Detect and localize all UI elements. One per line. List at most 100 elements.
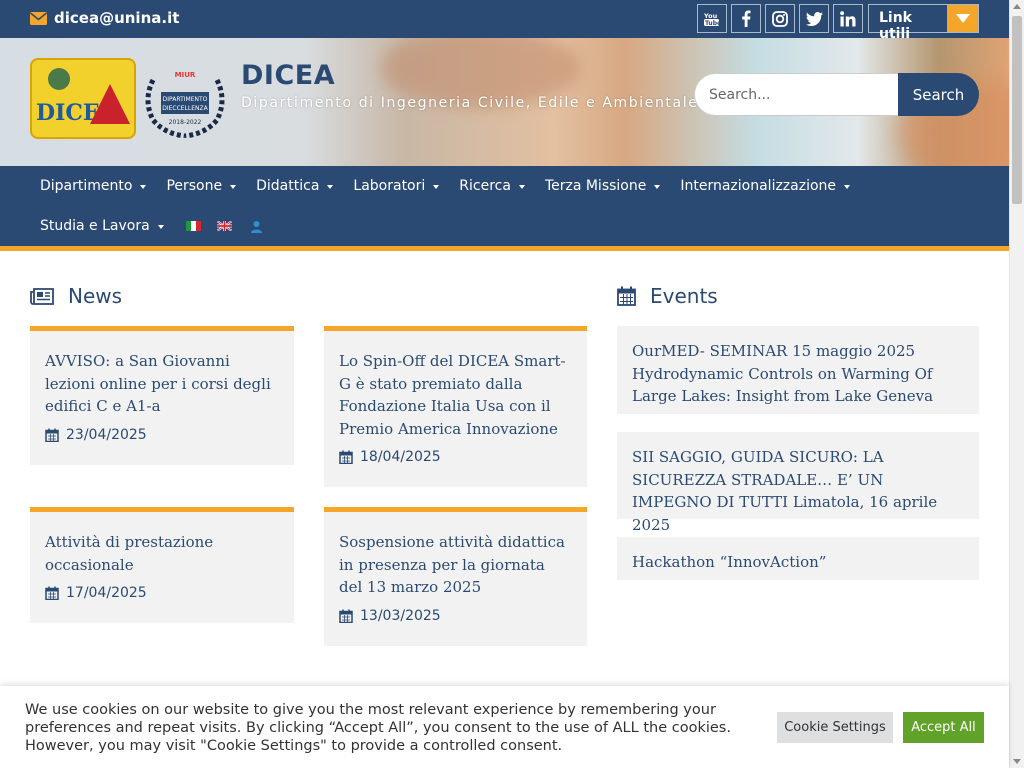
news-card-date: 13/03/2025 — [339, 608, 572, 624]
nav-label: Ricerca — [459, 178, 511, 194]
calendar-icon — [339, 609, 353, 623]
news-card[interactable]: Attività di prestazione occasionale 17/0… — [30, 507, 294, 623]
news-card-date: 17/04/2025 — [45, 585, 279, 601]
caret-down-icon — [654, 184, 661, 189]
site-branding: DICEA Dipartimento di Ingegneria Civile,… — [241, 60, 698, 111]
nav-label: Didattica — [256, 178, 320, 194]
nav-label: Internazionalizzazione — [680, 178, 837, 194]
events-section-header: Events — [617, 284, 718, 308]
events-title: Events — [650, 284, 718, 308]
nav-item-didattica[interactable]: Didattica — [246, 176, 343, 196]
nav-item-terza-missione[interactable]: Terza Missione — [535, 176, 670, 196]
site-title[interactable]: DICEA — [241, 60, 698, 91]
search-form: Search — [694, 73, 979, 116]
uk-flag-icon — [216, 221, 232, 231]
cookie-banner: We use cookies on our website to give yo… — [0, 686, 1009, 768]
news-card[interactable]: AVVISO: a San Giovanni lezioni online pe… — [30, 326, 294, 465]
italy-flag-icon — [185, 221, 201, 231]
news-card[interactable]: Sospensione attività didattica in presen… — [324, 507, 587, 646]
event-item[interactable]: Hackathon “InnovAction” — [617, 537, 979, 580]
event-title[interactable]: SII SAGGIO, GUIDA SICURO: LA SICUREZZA S… — [632, 446, 964, 536]
nav-label: Persone — [166, 178, 223, 194]
nav-item-persone[interactable]: Persone — [156, 176, 246, 196]
caret-down-icon — [157, 224, 164, 229]
nav-label: Laboratori — [353, 178, 426, 194]
scroll-down-icon[interactable] — [1013, 759, 1021, 764]
event-item[interactable]: OurMED- SEMINAR 15 maggio 2025 Hydrodyna… — [617, 326, 979, 414]
nav-label: Dipartimento — [40, 178, 133, 194]
badge-line2: DIECCELLENZA — [162, 105, 208, 112]
news-section-header: News — [30, 284, 122, 308]
nav-item-dipartimento[interactable]: Dipartimento — [30, 176, 156, 196]
chevron-down-icon — [947, 5, 978, 32]
email-text: dicea@unina.it — [54, 9, 180, 27]
language-english[interactable] — [211, 216, 242, 236]
badge-line1: DIPARTIMENTO — [163, 96, 208, 103]
youtube-icon[interactable]: You Tube — [697, 4, 727, 33]
site-subtitle: Dipartimento di Ingegneria Civile, Edile… — [241, 95, 699, 111]
news-card-title[interactable]: Attività di prestazione occasionale — [45, 531, 279, 576]
logo-decoration — [48, 68, 70, 90]
login-link[interactable] — [242, 216, 273, 236]
site-header: DICEA MIUR DIPARTIMENTO DIECCELLENZA 201… — [0, 38, 1009, 166]
twitter-icon[interactable] — [799, 4, 829, 33]
top-bar: dicea@unina.it You Tube Link utili — [0, 0, 1009, 42]
date-text: 17/04/2025 — [66, 585, 147, 601]
envelope-icon — [30, 11, 47, 25]
calendar-icon — [617, 286, 636, 306]
scroll-up-icon[interactable] — [1013, 4, 1021, 9]
email-link[interactable]: dicea@unina.it — [30, 9, 179, 27]
nav-row-2: Studia e Lavora — [30, 216, 273, 236]
nav-item-laboratori[interactable]: Laboratori — [343, 176, 449, 196]
news-card-title[interactable]: Sospensione attività didattica in presen… — [339, 531, 572, 599]
accept-all-button[interactable]: Accept All — [903, 712, 984, 743]
search-input[interactable] — [694, 73, 898, 116]
badge-top-text: MIUR — [175, 71, 196, 79]
user-icon — [250, 220, 262, 233]
nav-item-ricerca[interactable]: Ricerca — [449, 176, 535, 196]
caret-down-icon — [433, 184, 440, 189]
dicea-logo[interactable]: DICEA — [30, 58, 136, 139]
newspaper-icon — [30, 287, 54, 305]
caret-down-icon — [140, 184, 147, 189]
nav-row-1: Dipartimento Persone Didattica Laborator… — [30, 176, 860, 196]
news-card-title[interactable]: AVVISO: a San Giovanni lezioni online pe… — [45, 350, 279, 418]
excellence-badge: MIUR DIPARTIMENTO DIECCELLENZA 2018-2022 — [139, 60, 231, 139]
event-title[interactable]: OurMED- SEMINAR 15 maggio 2025 Hydrodyna… — [632, 340, 964, 408]
nav-item-internazionalizzazione[interactable]: Internazionalizzazione — [670, 176, 860, 196]
facebook-icon[interactable] — [731, 4, 761, 33]
page-scrollbar[interactable] — [1009, 0, 1024, 768]
social-links: You Tube — [697, 4, 863, 33]
nav-label: Terza Missione — [544, 178, 647, 194]
cookie-settings-button[interactable]: Cookie Settings — [777, 712, 893, 743]
caret-down-icon — [230, 184, 237, 189]
date-text: 23/04/2025 — [66, 426, 147, 443]
news-card-title[interactable]: Lo Spin-Off del DICEA Smart-G è stato pr… — [339, 350, 572, 440]
link-utili-dropdown[interactable]: Link utili — [868, 4, 979, 42]
badge-years: 2018-2022 — [169, 119, 202, 126]
date-text: 18/04/2025 — [360, 449, 441, 465]
news-card-date: 18/04/2025 — [339, 449, 572, 465]
scrollbar-thumb[interactable] — [1012, 16, 1022, 204]
news-card[interactable]: Lo Spin-Off del DICEA Smart-G è stato pr… — [324, 326, 587, 487]
language-italian[interactable] — [174, 216, 211, 236]
news-card-date: 23/04/2025 — [45, 427, 279, 443]
caret-down-icon — [844, 184, 851, 189]
event-title[interactable]: Hackathon “InnovAction” — [632, 551, 964, 574]
nav-label: Studia e Lavora — [40, 218, 150, 234]
logo-triangle — [90, 84, 130, 124]
search-button[interactable]: Search — [898, 73, 979, 116]
linkedin-icon[interactable] — [833, 4, 863, 33]
link-utili-label: Link utili — [879, 10, 912, 42]
instagram-icon[interactable] — [765, 4, 795, 33]
event-item[interactable]: SII SAGGIO, GUIDA SICURO: LA SICUREZZA S… — [617, 432, 979, 534]
calendar-icon — [45, 586, 59, 600]
caret-down-icon — [327, 184, 334, 189]
svg-text:Tube: Tube — [705, 20, 721, 27]
date-text: 13/03/2025 — [360, 607, 441, 624]
caret-down-icon — [518, 184, 525, 189]
calendar-icon — [45, 428, 59, 442]
main-navigation: Dipartimento Persone Didattica Laborator… — [0, 166, 1009, 251]
nav-item-studia-e-lavora[interactable]: Studia e Lavora — [30, 216, 174, 236]
cookie-text: We use cookies on our website to give yo… — [25, 702, 731, 754]
